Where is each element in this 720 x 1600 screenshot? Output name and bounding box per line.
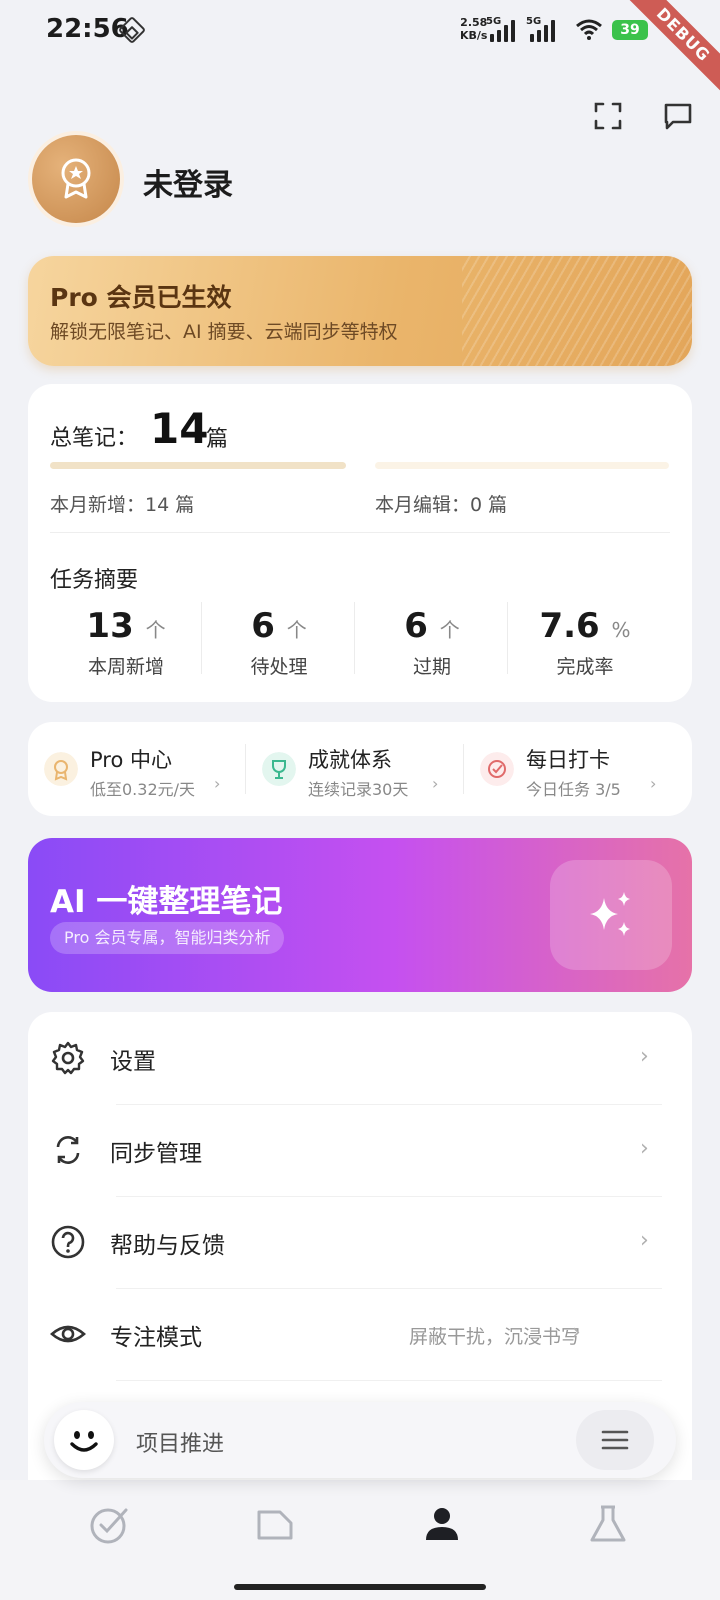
folder-icon[interactable] <box>254 1502 298 1546</box>
menu-item-sync[interactable]: 同步管理 › <box>28 1104 692 1196</box>
ai-banner-title: AI 一键整理笔记 <box>50 884 283 920</box>
username-label[interactable]: 未登录 <box>143 160 233 204</box>
divider <box>116 1380 662 1381</box>
menu-item-focus-mode[interactable]: 专注模式 屏蔽干扰，沉浸书写 › <box>28 1288 692 1380</box>
menu-icon <box>601 1430 629 1450</box>
chevron-right-icon: › <box>572 1320 581 1345</box>
chevron-right-icon: › <box>640 1044 649 1069</box>
gear-icon <box>51 1041 85 1075</box>
ai-organize-banner[interactable]: AI 一键整理笔记 Pro 会员专属，智能归类分析 <box>28 838 692 992</box>
month-new-stat: 本月新增：14 篇 <box>50 494 195 516</box>
menu-item-settings[interactable]: 设置 › <box>28 1012 692 1104</box>
quick-link-daily-checkin[interactable]: 每日打卡 今日任务 3/5 › <box>464 722 680 816</box>
menu-item-help-feedback[interactable]: 帮助与反馈 › <box>28 1196 692 1288</box>
task-stat-pending: 6 个 待处理 <box>250 606 308 678</box>
chevron-right-icon: › <box>214 774 221 793</box>
quick-link-achievements[interactable]: 成就体系 连续记录30天 › <box>246 722 462 816</box>
avatar[interactable] <box>32 135 120 223</box>
total-notes-label: 总笔记： <box>50 426 139 451</box>
trophy-icon <box>262 752 296 786</box>
chevron-right-icon: › <box>432 774 439 793</box>
task-stat-new-this-week: 13 个 本周新增 <box>86 606 166 678</box>
medal-icon <box>44 752 78 786</box>
wifi-icon <box>576 19 602 40</box>
chevron-right-icon: › <box>650 774 657 793</box>
task-stat-overdue: 6 个 过期 <box>404 606 460 678</box>
bottom-navigation <box>0 1480 720 1600</box>
month-edit-bar <box>375 462 669 469</box>
status-bar: 22:56 2.58 KB/s 5G 5G 39 DEBUG <box>0 0 720 105</box>
task-summary-title: 任务摘要 <box>50 568 139 593</box>
quick-links-card: Pro 中心 低至0.32元/天 › 成就体系 连续记录30天 › 每日打卡 今… <box>28 722 692 816</box>
medal-icon <box>61 158 91 199</box>
sparkle-icon <box>590 892 630 936</box>
focus-mode-description: 屏蔽干扰，沉浸书写 <box>408 1326 580 1348</box>
network-speed: 2.58 KB/s <box>460 16 488 42</box>
chevron-right-icon: › <box>640 1136 649 1161</box>
debug-banner: DEBUG <box>613 0 720 105</box>
eye-icon <box>50 1325 86 1343</box>
smiley-icon <box>70 1431 98 1452</box>
floating-task-bar[interactable]: 项目推进 <box>44 1402 676 1478</box>
person-icon[interactable] <box>420 1502 464 1546</box>
divider <box>50 532 670 533</box>
floating-bar-text: 项目推进 <box>136 1432 225 1457</box>
check-circle-icon <box>480 752 514 786</box>
pro-banner-subtitle: 解锁无限笔记、AI 摘要、云端同步等特权 <box>50 321 398 343</box>
battery-indicator: 39 <box>612 20 648 40</box>
signal-icon-2: 5G <box>526 16 558 42</box>
flask-icon[interactable] <box>586 1502 630 1546</box>
assistant-avatar-button[interactable] <box>54 1410 114 1470</box>
task-stat-completion-rate: 7.6 % 完成率 <box>539 606 631 678</box>
month-new-bar <box>50 462 346 469</box>
month-edit-stat: 本月编辑：0 篇 <box>375 494 508 516</box>
home-indicator[interactable] <box>234 1584 486 1590</box>
ai-banner-pill: Pro 会员专属，智能归类分析 <box>50 922 285 954</box>
pro-banner-title: Pro 会员已生效 <box>50 283 232 312</box>
status-time: 22:56 <box>46 14 129 44</box>
quick-link-pro-center[interactable]: Pro 中心 低至0.32元/天 › <box>28 722 244 816</box>
scan-icon[interactable] <box>592 100 624 132</box>
total-notes-value: 14 <box>150 404 209 453</box>
check-circle-icon[interactable] <box>88 1502 132 1546</box>
message-icon[interactable] <box>662 100 694 132</box>
total-notes-unit: 篇 <box>206 427 229 452</box>
menu-button[interactable] <box>576 1410 654 1470</box>
chevron-right-icon: › <box>640 1228 649 1253</box>
notes-stats-card: 总笔记： 14 篇 本月新增：14 篇 本月编辑：0 篇 任务摘要 13 个 本… <box>28 384 692 702</box>
pro-membership-banner[interactable]: Pro 会员已生效 解锁无限笔记、AI 摘要、云端同步等特权 <box>28 256 692 366</box>
help-icon <box>51 1225 85 1259</box>
ai-sparkle-button[interactable] <box>550 860 672 970</box>
sync-icon <box>56 1136 80 1164</box>
signal-icon: 5G <box>486 16 518 42</box>
